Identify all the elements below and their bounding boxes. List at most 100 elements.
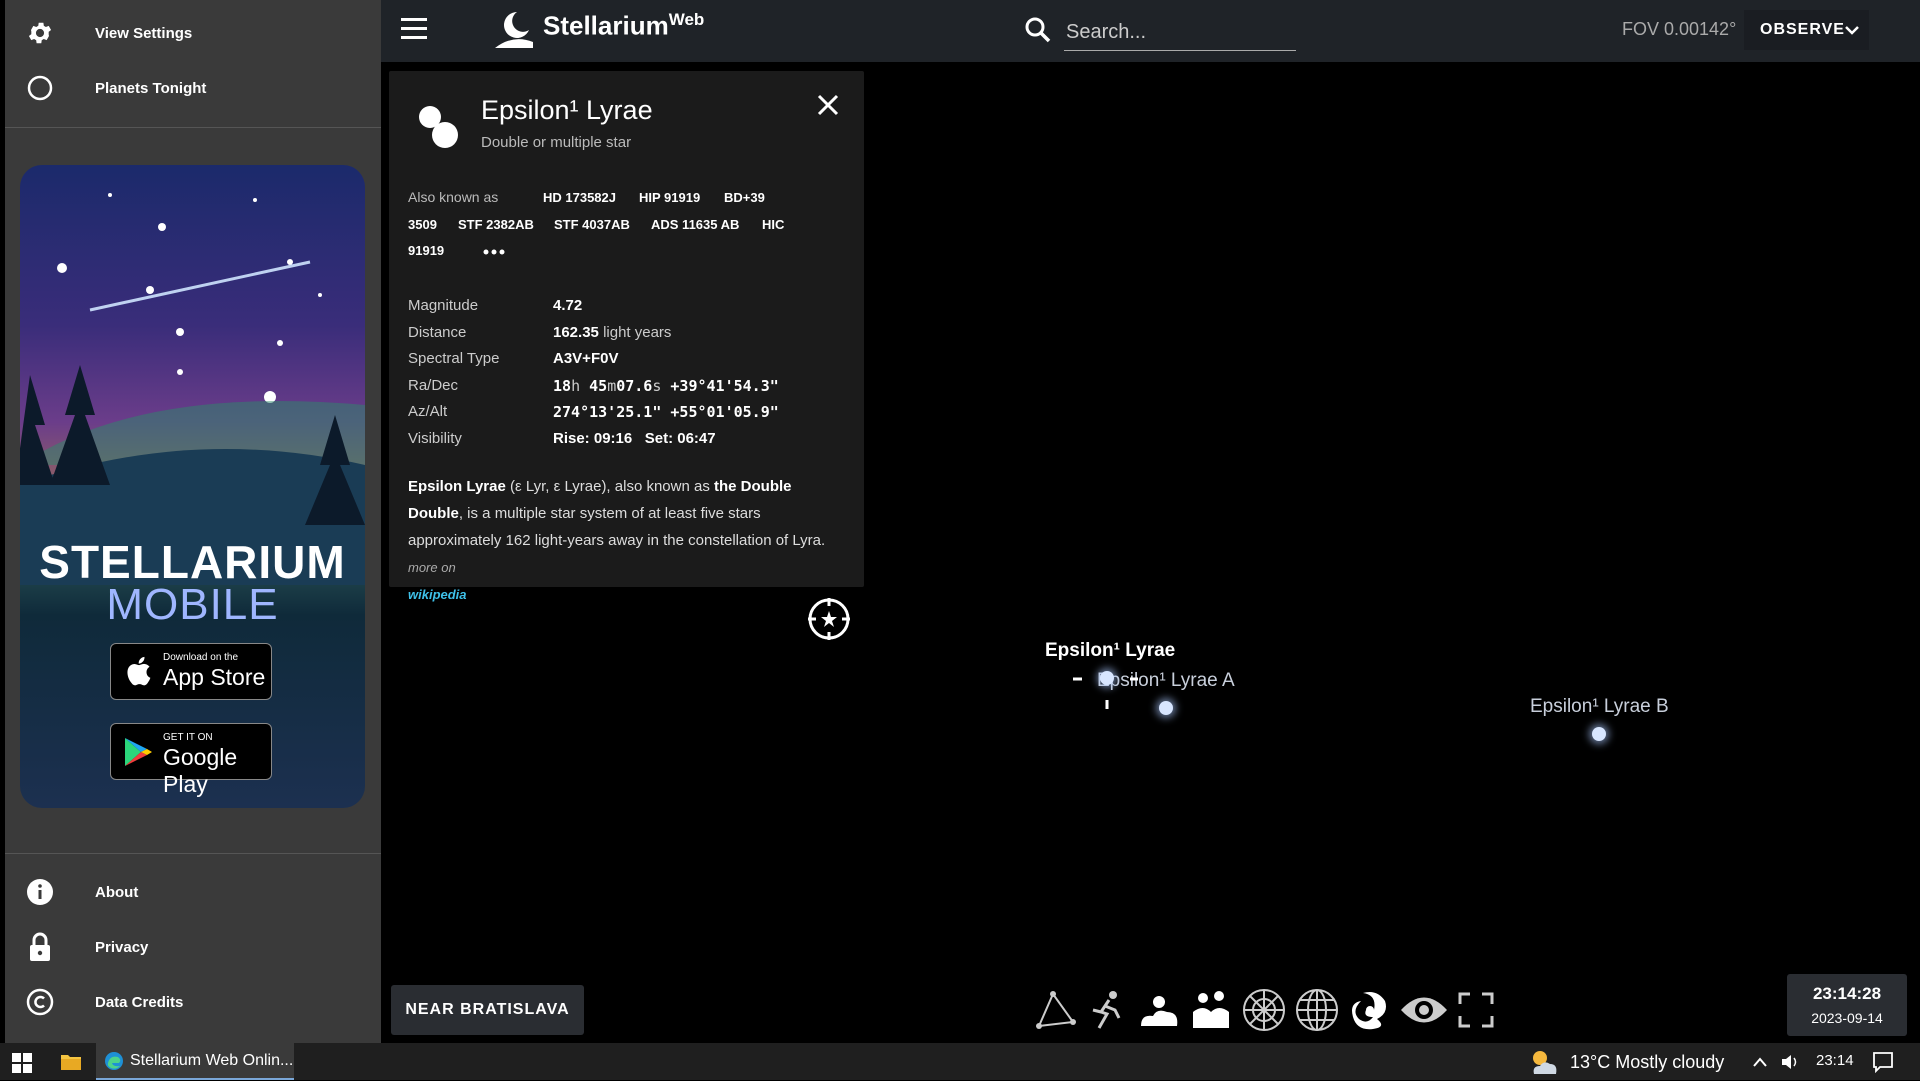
stellarium-logo-icon bbox=[493, 8, 535, 55]
notification-icon[interactable] bbox=[1872, 1051, 1894, 1078]
star-epsilon1-lyrae-a[interactable] bbox=[1159, 701, 1173, 715]
aka-name: ADS 11635 AB bbox=[651, 217, 740, 232]
chevron-up-icon[interactable] bbox=[1752, 1055, 1768, 1073]
aka-name: BD+39 bbox=[724, 190, 765, 205]
appstore-big-text: App Store bbox=[163, 664, 266, 690]
mobile-promo-banner[interactable]: STELLARIUM MOBILE Download on the App St… bbox=[20, 165, 365, 808]
atmosphere-icon bbox=[1137, 988, 1181, 1037]
sidebar-item-data-credits[interactable]: Data Credits bbox=[5, 975, 381, 1029]
radec-value: 18h 45m07.6s +39°41'54.3" bbox=[553, 377, 779, 395]
search-input[interactable] bbox=[1064, 14, 1296, 51]
menu-button[interactable] bbox=[401, 18, 427, 40]
fov-readout: FOV 0.00142° bbox=[1622, 19, 1737, 39]
apple-icon bbox=[123, 654, 153, 693]
constellation-art-button[interactable] bbox=[1082, 987, 1132, 1037]
weather-text[interactable]: 13°C Mostly cloudy bbox=[1570, 1052, 1724, 1073]
center-on-object-icon[interactable] bbox=[806, 596, 852, 647]
aka-name: HIP 91919 bbox=[639, 190, 701, 205]
spectral-type-label: Spectral Type bbox=[408, 350, 500, 367]
location-button[interactable]: NEAR BRATISLAVA bbox=[391, 985, 584, 1035]
azalt-label: Az/Alt bbox=[408, 403, 448, 420]
spectral-type-value: A3V+F0V bbox=[553, 350, 619, 367]
visibility-value: Rise: 09:16 Set: 06:47 bbox=[553, 430, 716, 447]
circle-icon bbox=[25, 73, 55, 103]
divider bbox=[5, 853, 381, 854]
constellation-icon bbox=[1033, 988, 1077, 1037]
date-display: 2023-09-14 bbox=[1811, 1010, 1883, 1026]
eye-icon bbox=[1399, 993, 1449, 1032]
promo-subtitle: MOBILE bbox=[106, 580, 279, 629]
wikipedia-link[interactable]: wikipedia bbox=[408, 587, 467, 602]
date-time-button[interactable]: 23:14:28 2023-09-14 bbox=[1787, 974, 1907, 1036]
aka-name: HIC bbox=[762, 217, 785, 232]
app-logo-text: StellariumWeb bbox=[543, 10, 705, 41]
star-epsilon1-lyrae[interactable] bbox=[1100, 671, 1114, 685]
aka-label: Also known as bbox=[408, 189, 499, 205]
galaxy-icon bbox=[1347, 987, 1393, 1038]
taskbar-clock[interactable]: 23:14 bbox=[1816, 1052, 1854, 1069]
sidebar-item-about[interactable]: About bbox=[5, 865, 381, 919]
info-icon bbox=[25, 877, 55, 907]
file-explorer-icon[interactable] bbox=[60, 1052, 82, 1077]
appstore-small-text: Download on the bbox=[163, 652, 239, 663]
aka-name: STF 2382AB bbox=[458, 217, 534, 232]
azimuthal-grid-button[interactable] bbox=[1239, 987, 1289, 1037]
azalt-value: 274°13'25.1" +55°01'05.9" bbox=[553, 403, 779, 421]
sidebar-item-label: Planets Tonight bbox=[95, 79, 207, 97]
time-display: 23:14:28 bbox=[1812, 984, 1882, 1003]
aka-name: 3509 bbox=[408, 217, 437, 232]
night-mode-button[interactable] bbox=[1399, 987, 1449, 1037]
top-bar: StellariumWeb FOV 0.00142° OBSERVE bbox=[381, 0, 1920, 62]
close-icon bbox=[814, 94, 842, 123]
object-type: Double or multiple star bbox=[481, 134, 632, 151]
taskbar-app-label: Stellarium Web Onlin... bbox=[130, 1051, 294, 1069]
fullscreen-button[interactable] bbox=[1451, 987, 1501, 1037]
atmosphere-button[interactable] bbox=[1134, 987, 1184, 1037]
search-icon[interactable] bbox=[1024, 16, 1052, 49]
sidebar: View Settings Planets Tonight STELLARIUM… bbox=[5, 0, 381, 1043]
lock-icon bbox=[25, 932, 55, 962]
gear-icon bbox=[25, 18, 55, 48]
object-info-panel: Epsilon¹ Lyrae Double or multiple star A… bbox=[389, 71, 864, 602]
divider bbox=[5, 127, 381, 128]
globe-icon bbox=[1294, 987, 1340, 1038]
radec-label: Ra/Dec bbox=[408, 377, 459, 394]
distance-label: Distance bbox=[408, 324, 467, 341]
sky-label-epsilon1-lyrae[interactable]: Epsilon¹ Lyrae bbox=[1045, 640, 1175, 662]
more-names-icon[interactable] bbox=[482, 244, 506, 262]
aka-name: STF 4037AB bbox=[554, 217, 630, 232]
sky-label-epsilon1-lyrae-b[interactable]: Epsilon¹ Lyrae B bbox=[1530, 696, 1669, 718]
fullscreen-icon bbox=[1458, 992, 1494, 1033]
magnitude-value: 4.72 bbox=[553, 297, 583, 314]
googleplay-big-text: Google Play bbox=[163, 744, 238, 797]
sidebar-item-label: Data Credits bbox=[95, 993, 184, 1011]
promo-illustration bbox=[20, 193, 365, 585]
landscape-button[interactable] bbox=[1186, 987, 1236, 1037]
search-box bbox=[1024, 12, 1296, 52]
sidebar-item-label: Privacy bbox=[95, 938, 149, 956]
equatorial-grid-button[interactable] bbox=[1292, 987, 1342, 1037]
chevron-down-icon bbox=[1844, 22, 1860, 43]
constellation-lines-button[interactable] bbox=[1030, 987, 1080, 1037]
observe-dropdown[interactable]: OBSERVE bbox=[1744, 10, 1869, 50]
visibility-label: Visibility bbox=[408, 430, 462, 447]
sidebar-item-view-settings[interactable]: View Settings bbox=[5, 6, 381, 60]
volume-icon[interactable] bbox=[1780, 1053, 1800, 1076]
sidebar-item-privacy[interactable]: Privacy bbox=[5, 920, 381, 974]
windows-taskbar: Stellarium Web Onlin... 13°C Mostly clou… bbox=[0, 1043, 1920, 1080]
google-play-icon bbox=[123, 736, 153, 773]
google-play-button[interactable]: GET IT ON Google Play bbox=[110, 723, 272, 797]
observe-label: OBSERVE bbox=[1760, 21, 1845, 38]
deep-sky-objects-button[interactable] bbox=[1345, 987, 1395, 1037]
windows-start-icon[interactable] bbox=[12, 1053, 32, 1078]
taskbar-app-stellarium[interactable]: Stellarium Web Onlin... bbox=[96, 1043, 294, 1080]
app-store-button[interactable]: Download on the App Store bbox=[110, 643, 272, 700]
close-button[interactable] bbox=[814, 91, 842, 119]
distance-value: 162.35 light years bbox=[553, 324, 672, 341]
star-epsilon1-lyrae-b[interactable] bbox=[1592, 727, 1606, 741]
sidebar-item-planets-tonight[interactable]: Planets Tonight bbox=[5, 61, 381, 115]
object-title: Epsilon¹ Lyrae bbox=[481, 95, 653, 125]
aka-name: HD 173582J bbox=[543, 190, 616, 205]
aka-name: 91919 bbox=[408, 243, 445, 258]
weather-icon bbox=[1528, 1048, 1560, 1081]
